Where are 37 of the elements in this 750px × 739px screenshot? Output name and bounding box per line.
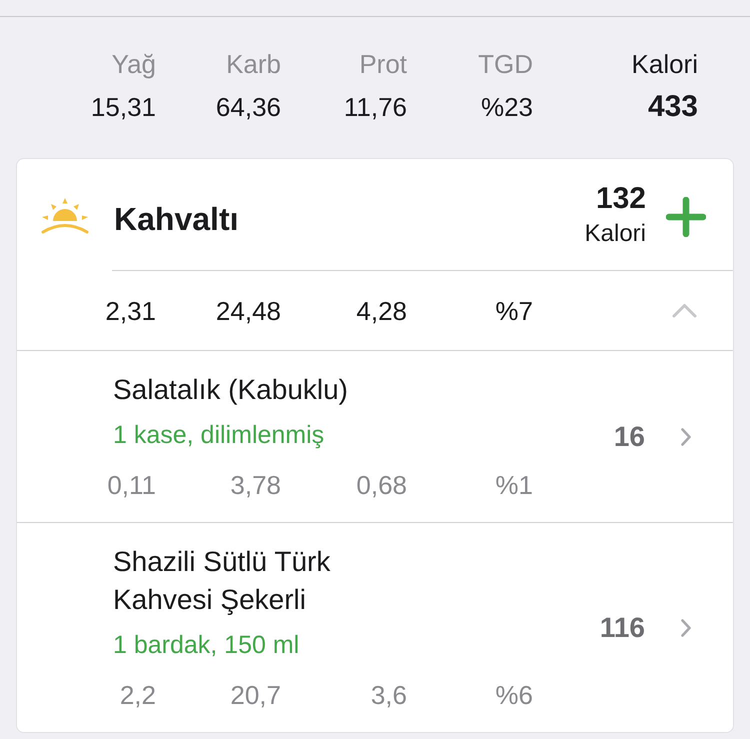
nutrient-label: Prot (359, 48, 407, 81)
nutrient-label: Yağ (112, 48, 156, 81)
serving-size: 1 bardak, 150 ml (113, 630, 300, 661)
nutrient-value: 64,36 (216, 91, 281, 124)
nutrient-value: 11,76 (344, 91, 407, 124)
macro-value: 2,2 (120, 679, 156, 712)
meal-title: Kahvaltı (114, 200, 238, 238)
serving-size: 1 kase, dilimlenmiş (113, 420, 324, 451)
macro-total: 2,31 (105, 294, 156, 328)
plus-icon (666, 196, 706, 236)
nutrient-value: 15,31 (90, 91, 156, 124)
macro-value: %1 (495, 469, 533, 502)
macro-value: 0,68 (356, 469, 407, 502)
nutrient-label: TGD (478, 48, 533, 81)
macro-value: 3,78 (230, 469, 281, 502)
macro-value: %6 (495, 679, 533, 712)
calorie-label: Kalori (584, 218, 646, 248)
chevron-right-icon (681, 618, 691, 636)
macro-total: %7 (495, 294, 533, 328)
food-name: Shazili Sütlü Türk Kahvesi Şekerli (113, 545, 332, 617)
add-button[interactable] (666, 196, 706, 236)
macro-value: 3,6 (370, 679, 407, 712)
calorie-total: 433 (648, 90, 698, 124)
food-name: Salatalık (Kabuklu) (113, 373, 350, 407)
nutrient-label: Karb (226, 48, 281, 81)
meal-calories: 132 (596, 180, 646, 216)
nutrient-value: %23 (480, 91, 533, 124)
chevron-right-icon (681, 428, 691, 446)
macro-value: 0,11 (107, 469, 156, 502)
macro-value: 20,7 (230, 679, 281, 712)
food-calories: 116 (600, 610, 645, 644)
macro-total: 4,28 (356, 294, 407, 328)
food-calories: 16 (614, 420, 645, 454)
chevron-up-icon[interactable] (672, 303, 697, 318)
calorie-label: Kalori (632, 48, 698, 81)
macro-total: 24,48 (216, 294, 281, 328)
food-row[interactable]: Shazili Sütlü Türk Kahvesi Şekerli 1 bardak, 150 ml 2,2 20,7 3,6 %6 116 (17, 522, 733, 732)
